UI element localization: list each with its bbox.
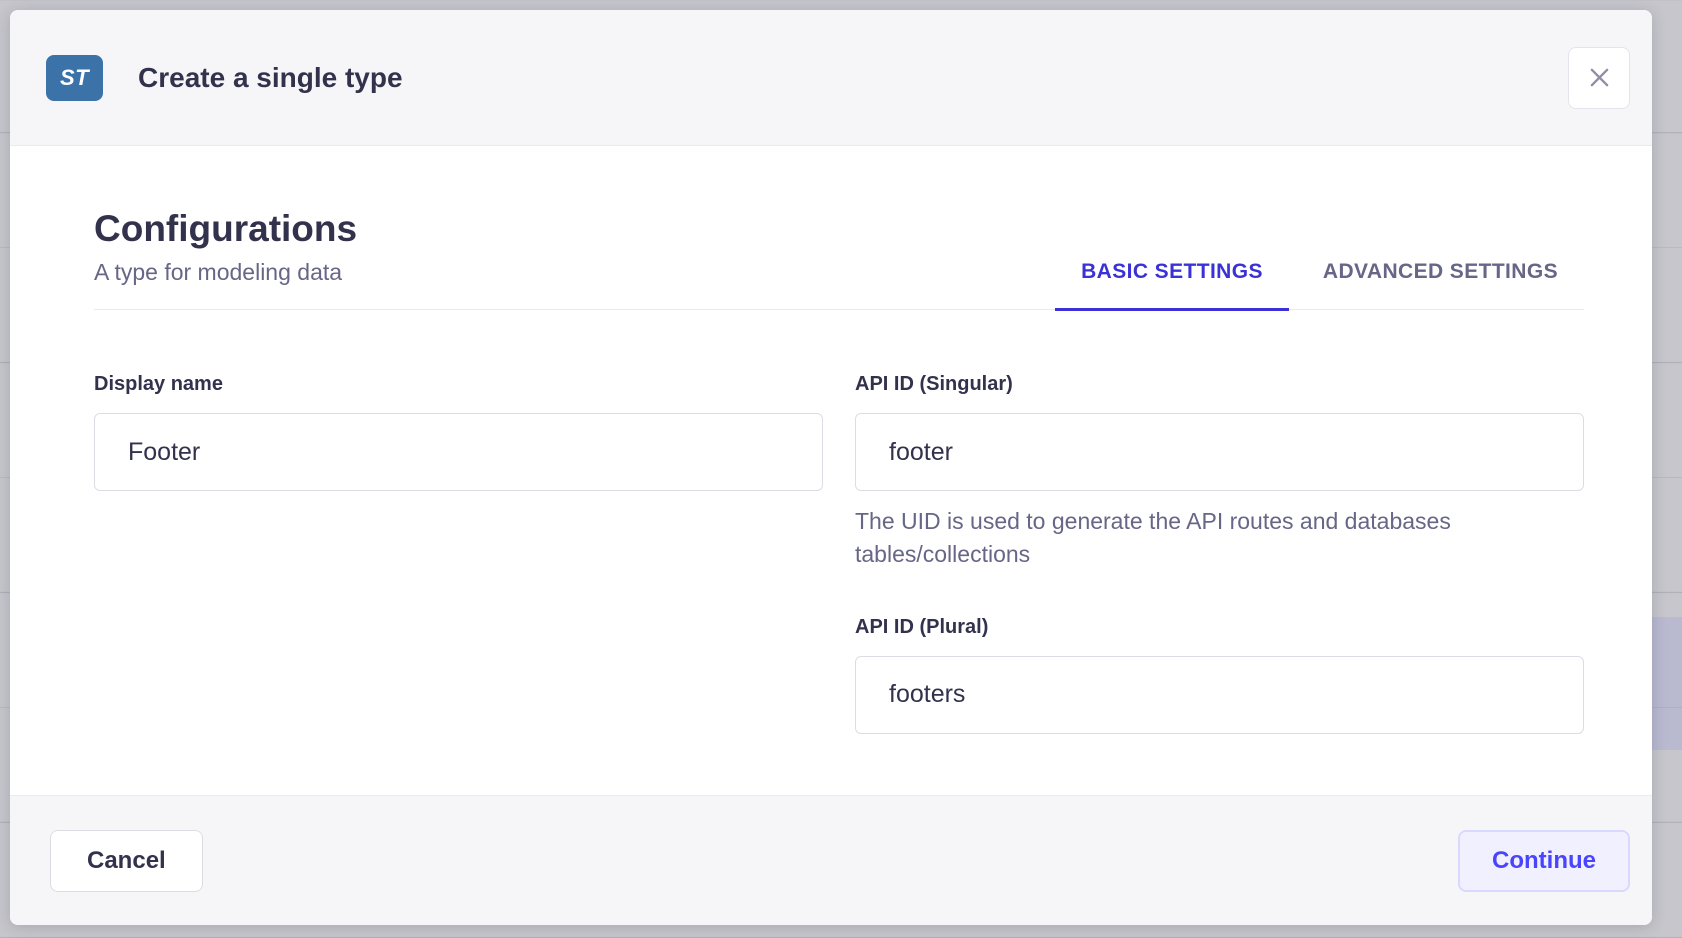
tab-basic-settings[interactable]: BASIC SETTINGS (1055, 260, 1289, 311)
api-id-plural-input[interactable] (855, 656, 1584, 734)
configurations-heading-block: Configurations A type for modeling data (94, 208, 357, 309)
close-button[interactable] (1568, 47, 1630, 109)
configurations-subheading: A type for modeling data (94, 259, 357, 286)
settings-tabs: BASIC SETTINGS ADVANCED SETTINGS (1055, 260, 1584, 309)
close-icon (1586, 64, 1613, 91)
api-id-plural-label: API ID (Plural) (855, 616, 1584, 639)
continue-button[interactable]: Continue (1458, 830, 1630, 892)
cancel-button[interactable]: Cancel (50, 830, 203, 892)
single-type-icon: ST (46, 55, 103, 101)
modal-footer: Cancel Continue (10, 795, 1652, 925)
configurations-heading: Configurations (94, 208, 357, 250)
configurations-header-row: Configurations A type for modeling data … (94, 208, 1584, 310)
api-id-plural-field: API ID (Plural) (855, 616, 1584, 734)
api-id-singular-input[interactable] (855, 413, 1584, 491)
modal-header: ST Create a single type (10, 10, 1652, 146)
display-name-label: Display name (94, 373, 823, 396)
api-id-singular-hint: The UID is used to generate the API rout… (855, 505, 1520, 572)
left-column: Display name (94, 373, 823, 734)
single-type-icon-label: ST (60, 65, 89, 91)
configurations-form: Display name API ID (Singular) The UID i… (94, 373, 1584, 734)
modal-title: Create a single type (138, 62, 1568, 94)
modal-body: Configurations A type for modeling data … (10, 146, 1652, 795)
api-id-singular-field: API ID (Singular) The UID is used to gen… (855, 373, 1584, 572)
api-id-singular-label: API ID (Singular) (855, 373, 1584, 396)
create-single-type-modal: ST Create a single type Configurations A… (10, 10, 1652, 925)
display-name-input[interactable] (94, 413, 823, 491)
right-column: API ID (Singular) The UID is used to gen… (855, 373, 1584, 734)
tab-advanced-settings[interactable]: ADVANCED SETTINGS (1297, 260, 1584, 311)
